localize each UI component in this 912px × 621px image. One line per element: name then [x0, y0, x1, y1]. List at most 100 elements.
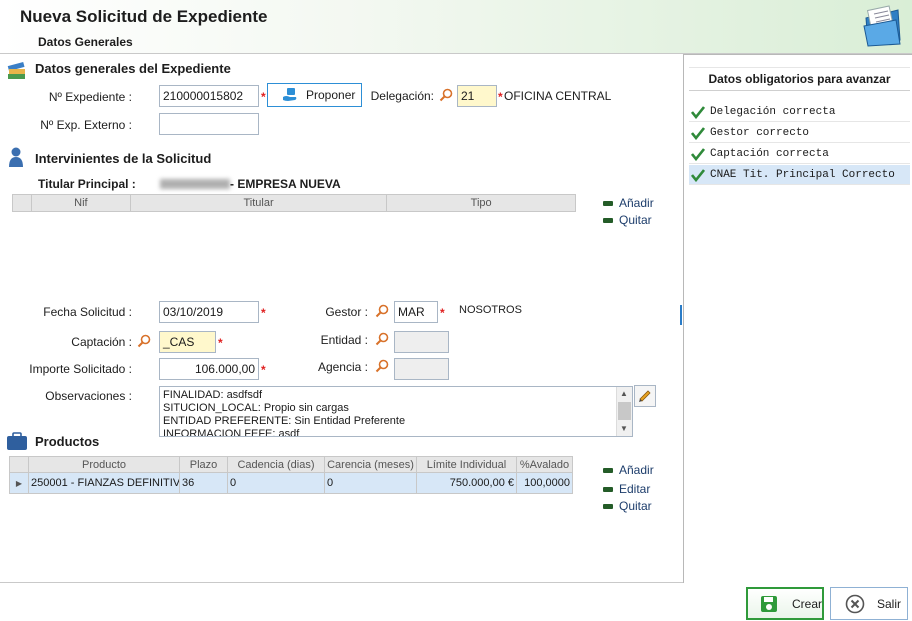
salir-button[interactable]: Salir	[830, 587, 908, 620]
fecha-field[interactable]: 03/10/2019	[159, 301, 259, 323]
required-marker: *	[261, 306, 266, 320]
required-marker: *	[440, 306, 445, 320]
importe-field[interactable]: 106.000,00	[159, 358, 259, 380]
delegacion-name: OFICINA CENTRAL	[504, 89, 612, 103]
observaciones-line: SITUCION_LOCAL: Propio sin cargas	[163, 402, 349, 414]
remove-interviniente-button[interactable]: Quitar	[603, 213, 652, 227]
column-header[interactable]: Producto	[29, 457, 180, 472]
search-icon[interactable]	[375, 332, 389, 346]
footer-divider	[0, 582, 683, 583]
column-header[interactable]: Cadencia (dias)	[228, 457, 325, 472]
exp-externo-label: Nº Exp. Externo :	[40, 118, 132, 132]
search-icon[interactable]	[439, 88, 453, 102]
gestor-label: Gestor :	[325, 305, 368, 319]
remove-icon	[603, 503, 613, 509]
edit-observaciones-button[interactable]	[634, 385, 656, 407]
folder-icon	[863, 5, 901, 47]
delegacion-label: Delegación:	[370, 89, 434, 103]
observaciones-line: INFORMACION FEFE: asdf	[163, 428, 300, 437]
entidad-field[interactable]	[394, 331, 449, 353]
redacted-nif	[160, 179, 230, 189]
check-icon	[691, 126, 705, 140]
productos-table[interactable]: Producto Plazo Cadencia (dias) Carencia …	[9, 456, 573, 494]
titular-label: Titular Principal :	[38, 177, 136, 191]
section-datos-generales: Datos generales del Expediente	[35, 61, 231, 76]
remove-icon	[603, 217, 613, 223]
requirement-label: Delegación correcta	[710, 105, 836, 118]
salir-label: Salir	[877, 596, 902, 611]
column-header[interactable]: Plazo	[180, 457, 228, 472]
requirement-label: Captación correcta	[710, 147, 829, 160]
cell-limite: 750.000,00 €	[417, 473, 517, 493]
crear-button[interactable]: Crear	[746, 587, 824, 620]
captacion-field[interactable]: _CAS	[159, 331, 216, 353]
cell-avalado: 100,0000	[524, 477, 570, 489]
agencia-field[interactable]	[394, 358, 449, 380]
column-header[interactable]: Tipo	[387, 195, 575, 211]
check-icon	[691, 105, 705, 119]
person-icon	[9, 147, 23, 167]
requirement-item[interactable]: Gestor correcto	[689, 123, 910, 143]
requirements-title: Datos obligatorios para avanzar	[689, 67, 910, 91]
expediente-label: Nº Expediente :	[48, 90, 132, 104]
requirement-item[interactable]: Delegación correcta	[689, 102, 910, 122]
proponer-button[interactable]: Proponer	[267, 83, 362, 107]
scroll-thumb[interactable]	[618, 402, 631, 420]
search-icon[interactable]	[375, 304, 389, 318]
edit-producto-button[interactable]: Editar	[603, 482, 650, 496]
cell-producto: 250001 - FIANZAS DEFINITIV...	[29, 473, 180, 493]
observaciones-scrollbar[interactable]: ▲ ▼	[616, 387, 632, 436]
add-producto-button[interactable]: Añadir	[603, 463, 654, 477]
column-header[interactable]: Nif	[32, 195, 131, 211]
tab-datos-generales[interactable]: Datos Generales	[38, 35, 133, 49]
column-header[interactable]: %Avalado	[517, 457, 572, 472]
requirements-panel: Datos obligatorios para avanzar Delegaci…	[683, 54, 912, 583]
edit-label: Editar	[619, 482, 651, 496]
search-icon[interactable]	[137, 334, 151, 348]
requirement-item[interactable]: CNAE Tit. Principal Correcto	[689, 165, 910, 185]
edit-icon	[603, 486, 613, 492]
add-label: Añadir	[619, 463, 654, 477]
table-row[interactable]: ▶ 250001 - FIANZAS DEFINITIV... 36 0 0 7…	[9, 473, 573, 494]
crear-label: Crear	[791, 596, 822, 611]
requirement-label: Gestor correcto	[710, 126, 810, 139]
requirement-label: CNAE Tit. Principal Correcto	[710, 168, 895, 181]
column-header[interactable]: Límite Individual	[417, 457, 517, 472]
splitter-handle[interactable]	[680, 305, 682, 325]
proponer-label: Proponer	[306, 88, 356, 102]
entidad-label: Entidad :	[320, 333, 368, 347]
window-title: Nueva Solicitud de Expediente	[20, 7, 268, 26]
scroll-up-icon[interactable]: ▲	[620, 389, 628, 398]
scroll-down-icon[interactable]: ▼	[620, 424, 628, 433]
gestor-code-field[interactable]: MAR	[394, 301, 438, 323]
required-marker: *	[498, 90, 503, 104]
observaciones-line: FINALIDAD: asdfsdf	[163, 389, 263, 401]
observaciones-textarea[interactable]: FINALIDAD: asdfsdf SITUCION_LOCAL: Propi…	[159, 386, 633, 437]
captacion-label: Captación :	[71, 335, 132, 349]
remove-producto-button[interactable]: Quitar	[603, 499, 652, 513]
observaciones-line: ENTIDAD PREFERENTE: Sin Entidad Preferen…	[163, 415, 406, 427]
gestor-name: NOSOTROS	[459, 304, 522, 316]
requirement-item[interactable]: Captación correcta	[689, 144, 910, 164]
cell-plazo: 36	[180, 473, 228, 493]
briefcase-icon	[7, 432, 27, 450]
expediente-field[interactable]: 210000015802	[159, 85, 259, 107]
remove-label: Quitar	[619, 213, 652, 227]
titular-value: - EMPRESA NUEVA	[230, 177, 341, 191]
intervinientes-table[interactable]: Nif Titular Tipo	[12, 194, 576, 290]
delegacion-code-field[interactable]: 21	[457, 85, 497, 107]
books-icon	[7, 61, 25, 79]
add-icon	[603, 467, 613, 473]
hand-icon	[283, 88, 297, 101]
agencia-label: Agencia :	[317, 360, 368, 374]
save-icon	[760, 595, 777, 612]
column-header[interactable]: Titular	[131, 195, 388, 211]
exp-externo-field[interactable]	[159, 113, 259, 135]
fecha-label: Fecha Solicitud :	[43, 305, 132, 319]
column-header[interactable]: Carencia (meses)	[325, 457, 417, 472]
importe-label: Importe Solicitado :	[29, 362, 132, 376]
search-icon[interactable]	[375, 359, 389, 373]
pencil-icon	[639, 390, 651, 402]
add-interviniente-button[interactable]: Añadir	[603, 196, 654, 210]
required-marker: *	[261, 363, 266, 377]
